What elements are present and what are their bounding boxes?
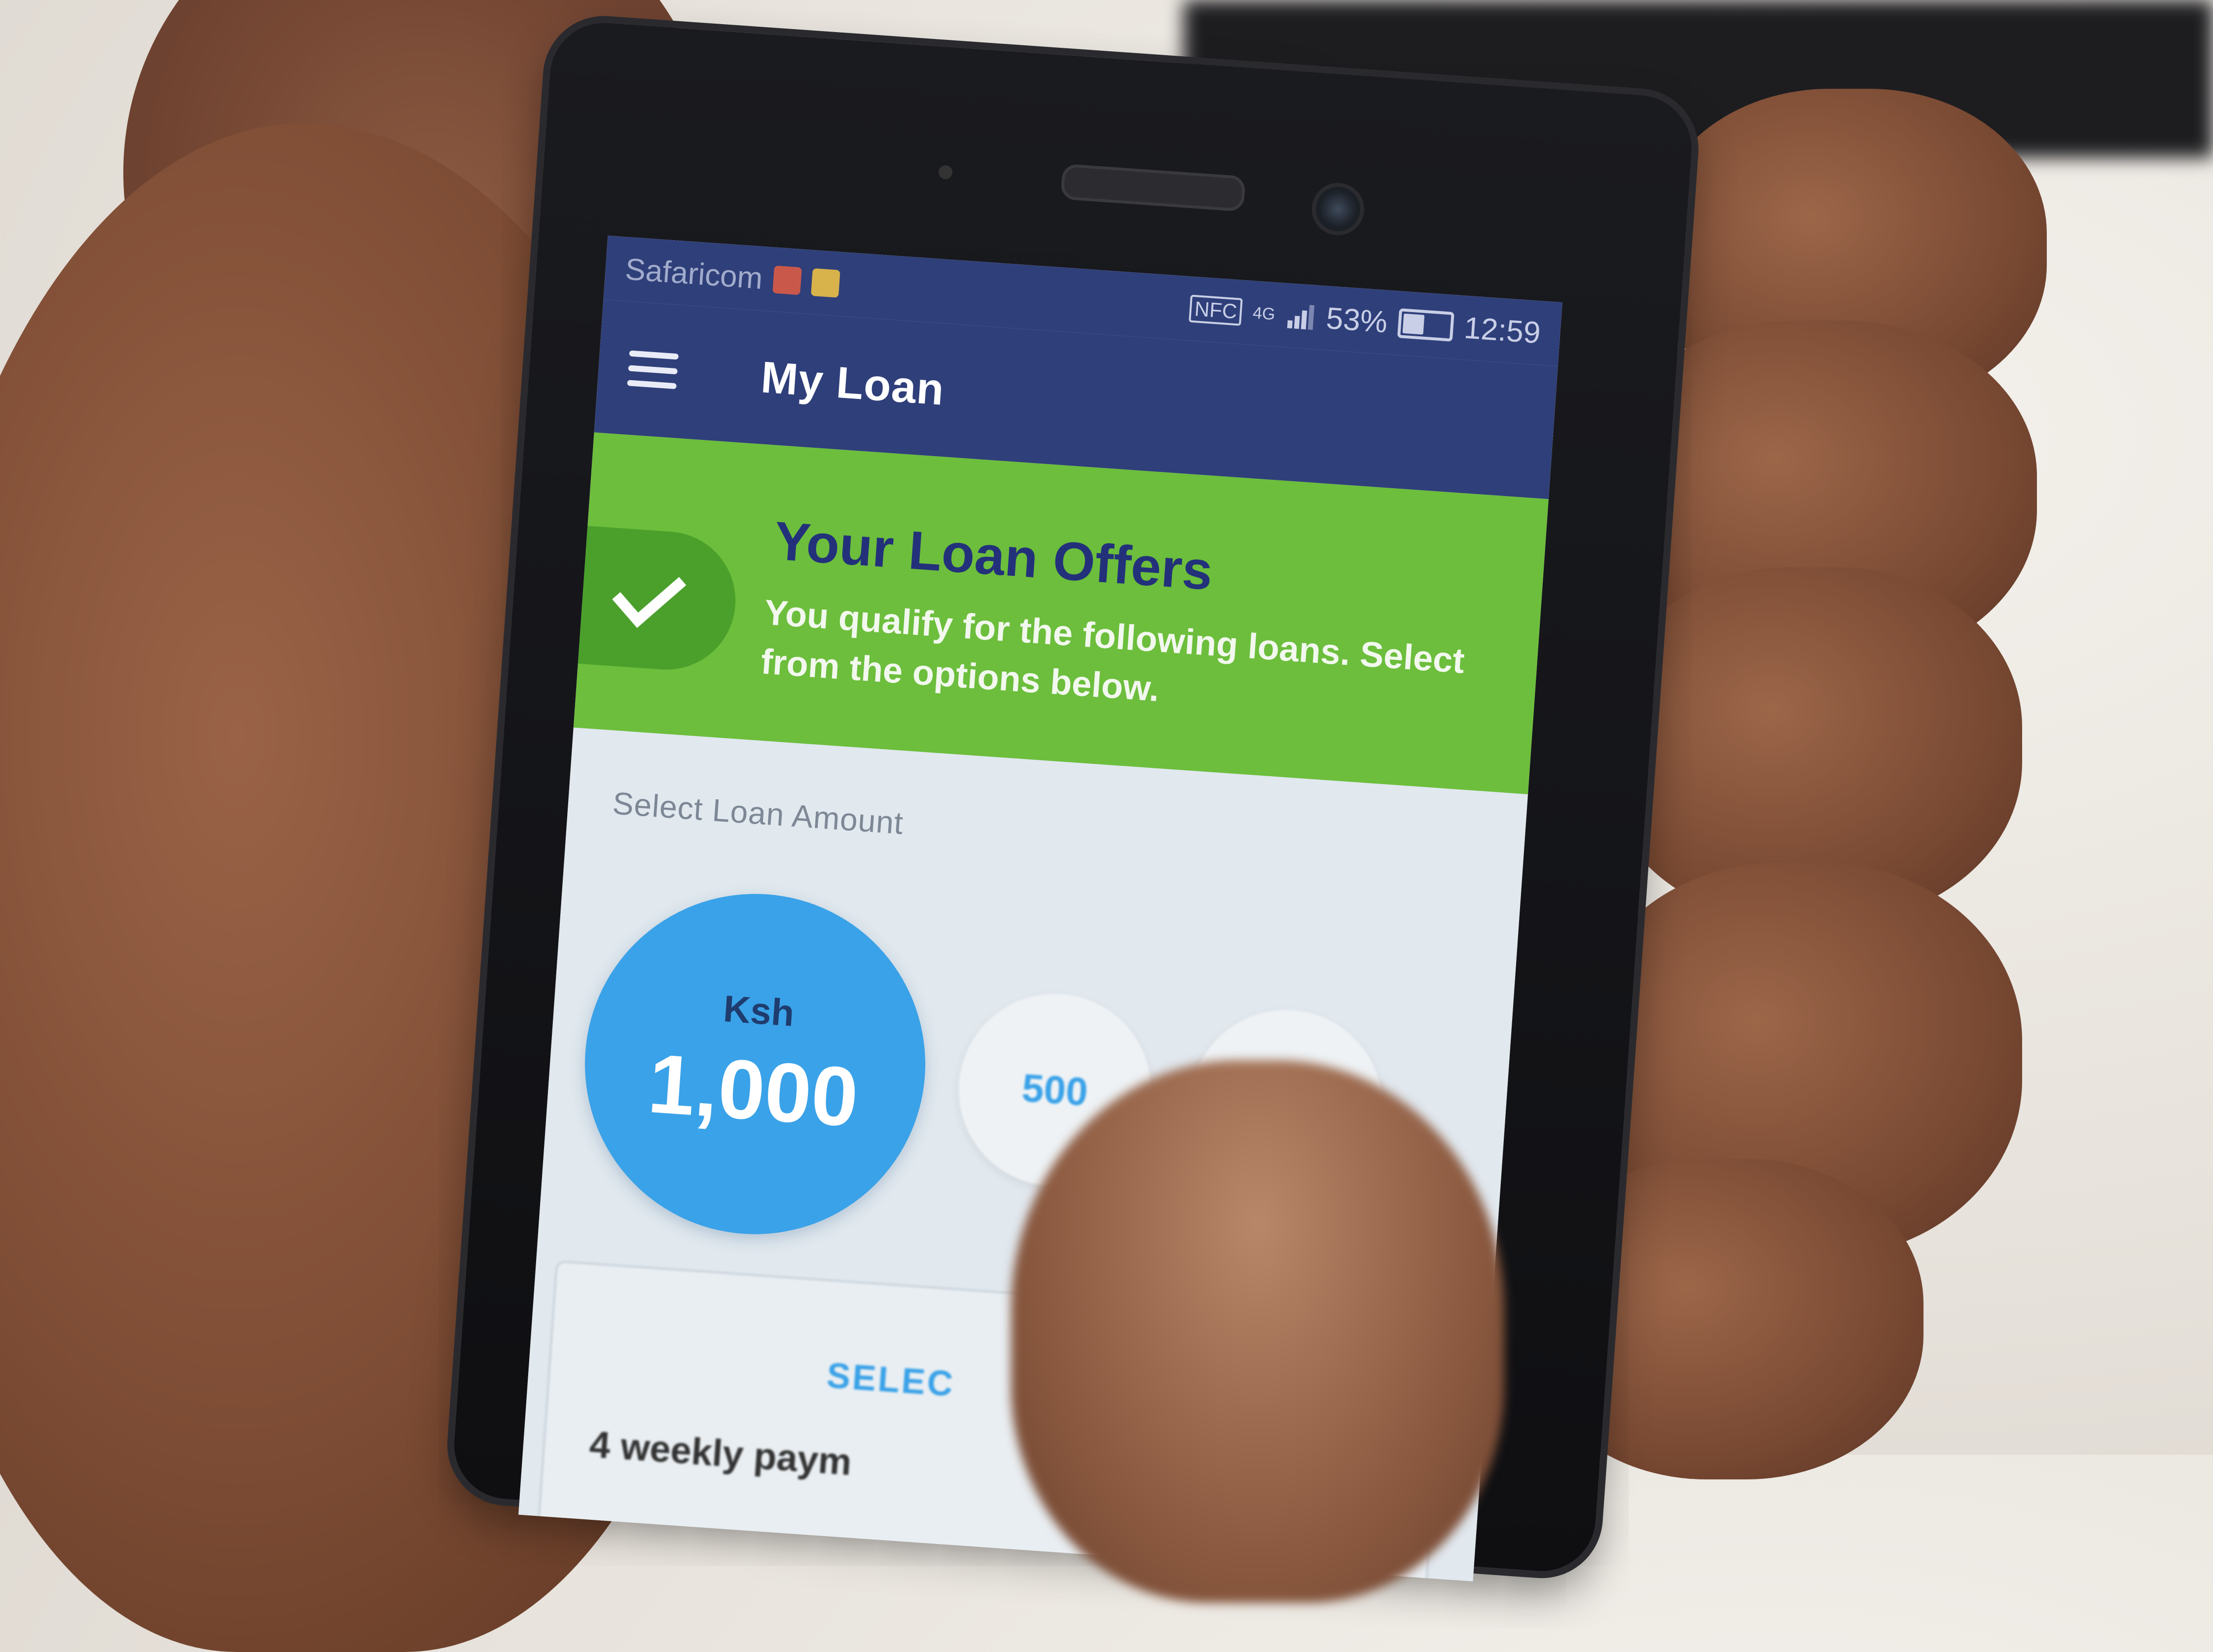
page-title: My Loan: [759, 352, 946, 415]
notification-icon: [811, 268, 840, 298]
checkmark-icon: [612, 556, 687, 628]
select-button[interactable]: SELEC: [825, 1355, 956, 1404]
selected-amount-button[interactable]: Ksh 1,000: [573, 882, 937, 1246]
signal-icon: [1287, 305, 1314, 330]
clock: 12:59: [1463, 310, 1542, 350]
amount-value: 1,000: [645, 1036, 862, 1145]
checkmark-badge: [519, 521, 740, 675]
battery-icon: [1397, 308, 1454, 342]
carrier-name: Safaricom: [624, 252, 764, 296]
banner-title: Your Loan Offers: [772, 510, 1215, 602]
hamburger-menu-icon[interactable]: [627, 350, 684, 390]
front-camera: [1310, 181, 1366, 237]
earpiece-speaker: [1060, 163, 1246, 212]
missed-call-icon: [772, 265, 802, 295]
network-type: 4G: [1252, 303, 1276, 324]
currency-label: Ksh: [722, 987, 796, 1035]
banner-subtitle: You qualify for the following loans. Sel…: [760, 592, 1466, 709]
battery-percent: 53%: [1325, 301, 1389, 339]
pointing-finger: [1011, 1060, 1504, 1603]
proximity-sensor: [938, 165, 953, 180]
select-amount-label: Select Loan Amount: [611, 785, 905, 841]
repayment-terms: 4 weekly paym: [588, 1423, 853, 1484]
nfc-icon: NFC: [1189, 294, 1243, 326]
